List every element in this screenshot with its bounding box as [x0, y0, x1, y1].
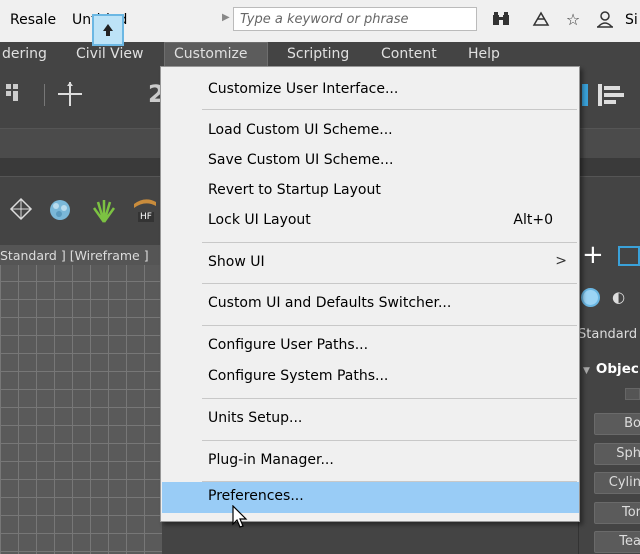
menu-item-units-setup[interactable]: Units Setup...	[162, 404, 579, 434]
user-icon[interactable]	[594, 8, 616, 30]
submenu-arrow-icon: >	[555, 253, 567, 269]
communication-center-icon[interactable]	[530, 8, 552, 30]
foliage-icon[interactable]	[90, 196, 118, 224]
menu-item-label: Save Custom UI Scheme...	[208, 152, 394, 168]
particle-icon[interactable]	[46, 196, 74, 224]
menu-item-revert-layout[interactable]: Revert to Startup Layout	[162, 176, 579, 206]
star-icon[interactable]: ☆	[562, 8, 584, 30]
menu-item-label: Show UI	[208, 254, 265, 270]
mouse-cursor-icon	[232, 505, 248, 528]
menu-item-label: Load Custom UI Scheme...	[208, 122, 393, 138]
box-button[interactable]: Bo	[594, 413, 640, 435]
menu-separator	[202, 283, 577, 284]
envelope-icon[interactable]	[8, 196, 34, 222]
hair-fur-label: HF	[138, 212, 154, 222]
object-type-label: Objec	[595, 361, 639, 377]
menu-item-label: Units Setup...	[208, 410, 303, 426]
menu-item-label: Configure System Paths...	[208, 368, 389, 384]
sign-in-label[interactable]: Si	[625, 12, 638, 28]
search-input[interactable]: Type a keyword or phrase	[233, 7, 477, 31]
menu-item-label: Preferences...	[208, 488, 304, 504]
binoculars-icon[interactable]	[490, 8, 512, 30]
viewport-grid[interactable]	[0, 245, 162, 554]
menu-item-defaults-switcher[interactable]: Custom UI and Defaults Switcher...	[162, 289, 579, 319]
menu-separator	[202, 325, 577, 326]
menu-separator	[202, 109, 577, 110]
menu-separator	[202, 398, 577, 399]
shortcut-label: Alt+0	[513, 212, 553, 228]
menu-separator	[202, 242, 577, 243]
viewport-label[interactable]: Standard ] [Wireframe ]	[0, 248, 149, 263]
select-and-move-icon[interactable]	[56, 80, 84, 108]
menu-item-save-ui-scheme[interactable]: Save Custom UI Scheme...	[162, 146, 579, 176]
unlink-icon[interactable]	[4, 80, 30, 106]
menu-item-label: Plug-in Manager...	[208, 452, 334, 468]
cylinder-button[interactable]: Cylin	[594, 472, 640, 494]
menu-item-label: Lock UI Layout	[208, 212, 311, 228]
app-name: Resale	[10, 12, 57, 28]
sphere-button[interactable]: Sph	[594, 443, 640, 465]
menu-item-customize-ui[interactable]: Customize User Interface...	[162, 75, 579, 105]
object-type-rollout[interactable]: ▼ Objec	[583, 361, 639, 377]
menu-item-load-ui-scheme[interactable]: Load Custom UI Scheme...	[162, 116, 579, 146]
rollout-arrow-icon: ▼	[583, 366, 590, 376]
create-tab-plus-icon[interactable]: +	[582, 240, 604, 270]
menu-item-label: Revert to Startup Layout	[208, 182, 381, 198]
torus-button[interactable]: Tor	[594, 502, 640, 524]
menu-item-configure-system-paths[interactable]: Configure System Paths...	[162, 362, 579, 392]
menu-content[interactable]: Content	[381, 46, 437, 62]
geometry-sphere-icon[interactable]	[581, 288, 600, 307]
menu-item-show-ui[interactable]: Show UI >	[162, 248, 579, 278]
menu-separator	[202, 440, 577, 441]
toolbar-right-icon-a[interactable]	[580, 82, 590, 108]
align-icon[interactable]	[596, 82, 626, 108]
menu-civil-view[interactable]: Civil View	[76, 46, 143, 62]
search-expand-icon[interactable]: ▶	[222, 12, 230, 23]
menu-rendering[interactable]: dering	[2, 46, 47, 62]
menu-scripting[interactable]: Scripting	[287, 46, 349, 62]
menu-item-preferences[interactable]: Preferences...	[162, 482, 579, 513]
select-object-button[interactable]	[92, 14, 124, 46]
menu-help[interactable]: Help	[468, 46, 500, 62]
autogrid-checkbox[interactable]	[625, 388, 640, 400]
shapes-icon[interactable]: ◐	[612, 288, 625, 306]
search-placeholder: Type a keyword or phrase	[240, 12, 409, 27]
menu-item-label: Configure User Paths...	[208, 337, 369, 353]
menu-customize[interactable]: Customize	[174, 46, 248, 62]
teapot-button[interactable]: Tea	[594, 531, 640, 553]
menu-item-label: Custom UI and Defaults Switcher...	[208, 295, 452, 311]
menu-item-label: Customize User Interface...	[208, 81, 399, 97]
menu-item-lock-ui-layout[interactable]: Lock UI Layout Alt+0	[162, 206, 579, 236]
menu-item-plugin-manager[interactable]: Plug-in Manager...	[162, 446, 579, 476]
customize-dropdown-menu: Customize User Interface... Load Custom …	[160, 66, 580, 522]
toolbar-divider	[44, 84, 45, 106]
menu-item-configure-user-paths[interactable]: Configure User Paths...	[162, 331, 579, 361]
standard-primitives-label[interactable]: Standard	[578, 327, 637, 342]
modify-tab-icon[interactable]	[618, 246, 640, 266]
